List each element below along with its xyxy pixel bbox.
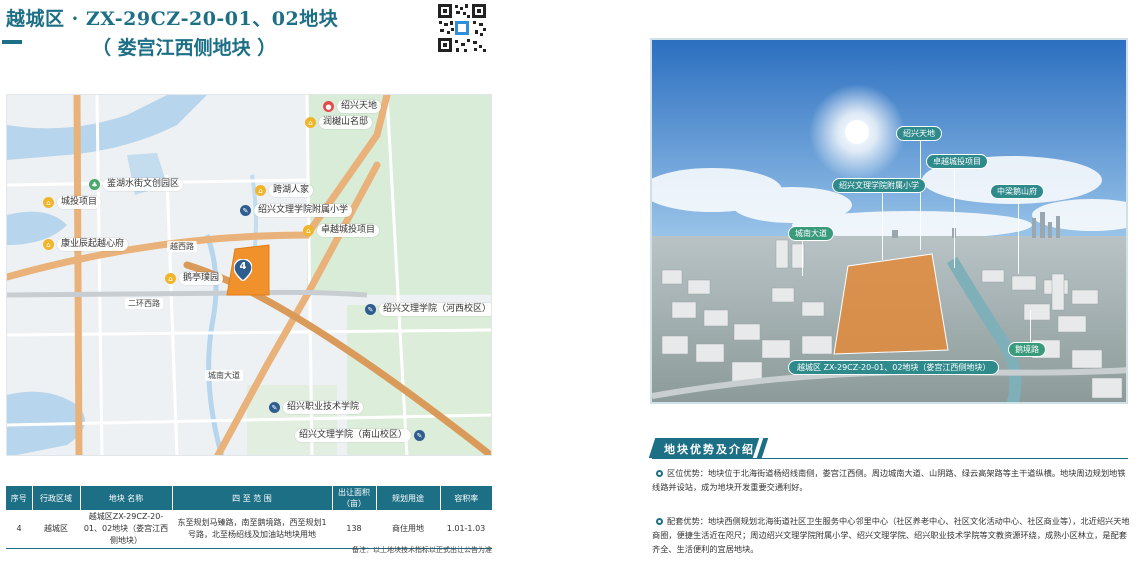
table-header: 容积率 [440,486,492,510]
table-cell: 越城区ZX-29CZ-20-01、02地块（娄宫江西侧地块） [80,510,172,549]
map-pin: ✎ 绍兴文理学院附属小学 [240,204,353,217]
qr-code-icon [436,2,488,54]
home-icon: ⌂ [305,117,316,128]
school-icon: ✎ [414,430,426,441]
callout-line [954,168,955,268]
table-row: 4 越城区 越城区ZX-29CZ-20-01、02地块（娄宫江西侧地块） 东至规… [6,510,492,549]
school-icon: ✎ [240,205,251,216]
advantages-heading-text: 地块优势及介绍 [664,443,755,456]
bullet-icon [656,518,663,525]
aerial-photo: 绍兴天地 卓越城投项目 绍兴文理学院附属小学 中梁鹅山府 城南大道 越城区 ZX… [650,38,1128,404]
home-icon: ⌂ [165,273,176,284]
table-cell: 越城区 [32,510,80,549]
bullet-icon [656,470,663,477]
facility-label: 配套优势： [667,516,708,526]
home-icon: ⌂ [255,185,266,196]
home-icon: ⌂ [43,239,54,250]
map-pin: ⌂ 润樾山名邸 [305,116,373,129]
callout-ejing: 鹅境路 [1008,342,1046,357]
callout-line [920,140,921,250]
map-pin: ⌂ 鹅亭璞园 [165,272,224,285]
table-cell: 商住用地 [376,510,440,549]
callout-line [1030,310,1031,344]
callout-shaoxing-tiandi: 绍兴天地 [896,126,942,141]
home-icon: ⌂ [43,197,54,208]
table-cell: 4 [6,510,32,549]
table-cell: 东至规划马臻路，南至鹅境路，西至规划1号路，北至杨绍线及加油站地块用地 [172,510,332,549]
title-line-1: 越城区 · ZX-29CZ-20-01、02地块 [6,8,339,30]
school-icon: ✎ [365,304,376,315]
plot-marker: 4 [233,258,253,282]
map-pin: ♣ 鉴湖水街文创园区 [89,178,184,191]
callout-line [1018,194,1019,274]
table-header: 地块 名称 [80,486,173,510]
map-pin: ⌂ 康业辰起越心府 [43,238,129,251]
table-note: 备注：以上地块技术指标以正式出让公告为准 [352,546,492,554]
map-pin: ✎ 绍兴文理学院（河西校区） [365,303,491,316]
aerial-scene [652,40,1126,402]
callout-plot: 越城区 ZX-29CZ-20-01、02地块（娄宫江西侧地块） [788,360,1000,375]
road-tag-chengnan: 城南大道 [205,370,243,381]
callout-zhongliang: 中梁鹅山府 [990,184,1044,199]
map-pin: ● 绍兴天地 [323,100,382,113]
map-pin: 绍兴文理学院（南山校区） ✎ [295,429,426,442]
callout-zhuoyue: 卓越城投项目 [926,154,988,169]
facility-text: 地块西侧规划北海街道社区卫生服务中心邻里中心（社区养老中心、社区文化活动中心、社… [652,516,1130,554]
plot-info-table: 序号 行政区域 地块 名称 四 至 范 围 出让面积（亩） 规划用途 容积率 4… [6,486,492,549]
school-icon: ✎ [269,402,280,413]
callout-line [882,190,883,260]
callout-line [802,236,803,276]
page-title: 越城区 · ZX-29CZ-20-01、02地块 （ 娄宫江西侧地块 ） [6,4,406,60]
table-header: 行政区域 [32,486,81,510]
table-header: 四 至 范 围 [172,486,333,510]
location-advantage: 区位优势：地块位于北海街道杨绍线南侧，娄宫江西侧。周边城南大道、山阴路、绿云高架… [652,466,1132,494]
plot-marker-number: 4 [239,261,247,272]
callout-chengnan: 城南大道 [788,226,834,241]
map-pin: ✎ 绍兴职业技术学院 [269,401,364,414]
shopping-icon: ● [323,101,334,112]
location-map: 4 越西路 二环西路 城南大道 ● 绍兴天地 ⌂ 润樾山名邸 ♣ 鉴湖水街文创园区 ⌂… [6,94,492,456]
facility-advantage: 配套优势：地块西侧规划北海街道社区卫生服务中心邻里中心（社区养老中心、社区文化活… [652,514,1132,556]
table-header-row: 序号 行政区域 地块 名称 四 至 范 围 出让面积（亩） 规划用途 容积率 [6,486,492,510]
road-tag-erhuan: 二环西路 [125,298,163,309]
table-cell: 1.01-1.03 [440,510,492,549]
location-label: 区位优势： [667,468,708,478]
road-tag-yuexi: 越西路 [167,241,197,252]
map-pin: ⌂ 城投项目 [43,196,102,209]
advantages-heading: 地块优势及介绍 [648,438,770,458]
table-header: 出让面积（亩） [332,486,377,510]
map-pin: ⌂ 卓越城投项目 [303,224,380,237]
table-header: 序号 [6,486,33,510]
title-accent-bar [2,40,22,44]
park-icon: ♣ [89,179,100,190]
title-line-2: （ 娄宫江西侧地块 ） [92,37,277,59]
advantages-divider [652,458,1128,459]
callout-school: 绍兴文理学院附属小学 [832,178,926,193]
home-icon: ⌂ [303,225,314,236]
location-text: 地块位于北海街道杨绍线南侧，娄宫江西侧。周边城南大道、山阴路、绿云高架路等主干道… [652,468,1126,492]
table-cell: 138 [332,510,376,549]
table-header: 规划用途 [376,486,441,510]
map-pin: ⌂ 跨湖人家 [255,184,314,197]
